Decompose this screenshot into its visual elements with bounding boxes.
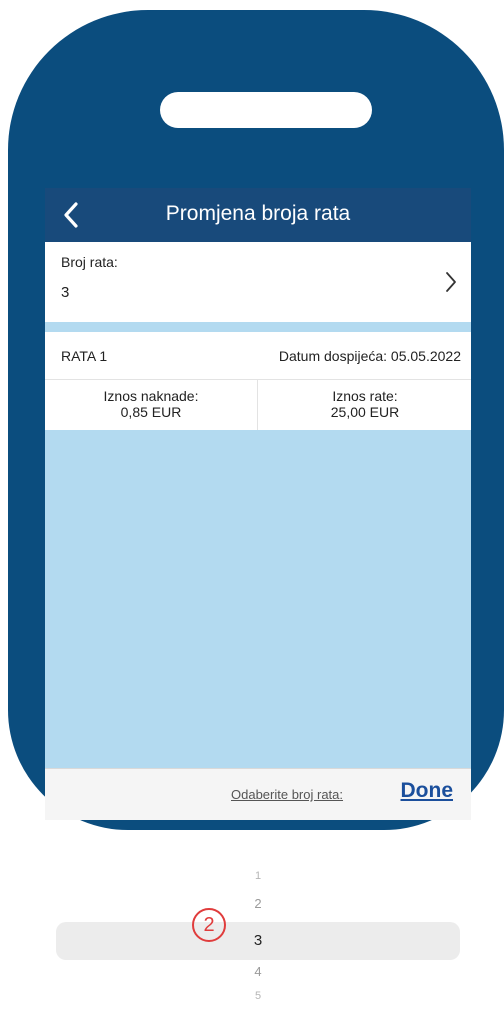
installments-count-label: Broj rata: <box>61 254 118 270</box>
picker-prompt: Odaberite broj rata: <box>231 787 344 802</box>
rate-amount-value: 25,00 EUR <box>330 404 400 420</box>
picker-option[interactable]: 1 <box>248 870 268 882</box>
step-number-badge: 2 <box>192 908 226 942</box>
due-date: Datum dospijeća: 05.05.2022 <box>278 348 461 364</box>
rate-amounts: Iznos naknade: 0,85 EUR Iznos rate: 25,0… <box>45 380 471 430</box>
picker-option-selected[interactable]: 3 <box>248 932 268 949</box>
picker-option[interactable]: 2 <box>248 896 268 911</box>
rate-amount-cell: Iznos rate: 25,00 EUR <box>259 380 471 430</box>
section-divider <box>45 322 471 332</box>
navigation-bar: Promjena broja rata <box>45 188 471 242</box>
installments-count-value: 3 <box>61 284 70 301</box>
amounts-divider <box>257 380 258 430</box>
fee-label: Iznos naknade: <box>103 388 199 404</box>
done-button[interactable]: Done <box>401 779 454 803</box>
picker-option[interactable]: 5 <box>248 990 268 1002</box>
picker-toolbar: Odaberite broj rata: Done <box>45 768 471 820</box>
phone-notch <box>160 92 372 128</box>
rate-title: RATA 1 <box>61 348 108 364</box>
fee-amount-cell: Iznos naknade: 0,85 EUR <box>45 380 257 430</box>
installments-picker-wheel[interactable]: 1 2 3 4 5 2 <box>0 830 504 1016</box>
rate-header: RATA 1 Datum dospijeća: 05.05.2022 <box>45 332 471 380</box>
installments-count-field[interactable]: Broj rata: 3 <box>45 242 471 322</box>
chevron-right-icon <box>446 272 456 292</box>
fee-value: 0,85 EUR <box>120 404 182 420</box>
rate-amount-label: Iznos rate: <box>332 388 398 404</box>
app-screen: Promjena broja rata Broj rata: 3 RATA 1 … <box>45 188 471 820</box>
page-title: Promjena broja rata <box>165 202 351 225</box>
picker-option[interactable]: 4 <box>248 964 268 979</box>
